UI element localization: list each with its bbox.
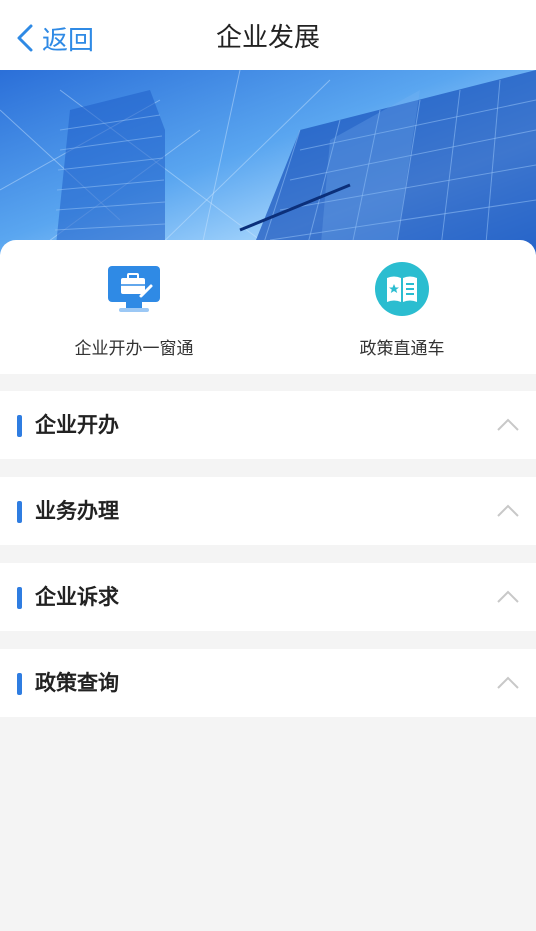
quick-entry-label: 企业开办一窗通 (74, 339, 194, 359)
section-title: 企业诉求 (35, 585, 119, 609)
quick-entry-label: 政策直通车 (359, 339, 445, 359)
page-title: 企业发展 (215, 23, 320, 53)
section-business-setup[interactable]: 企业开办 (0, 391, 536, 459)
section-business-handling[interactable]: 业务办理 (0, 477, 536, 545)
section-accent-bar (17, 415, 22, 437)
chevron-up-icon[interactable] (496, 673, 520, 691)
section-accent-bar (17, 673, 22, 695)
chevron-up-icon[interactable] (496, 587, 520, 605)
section-title: 企业开办 (35, 413, 119, 437)
section-title: 业务办理 (35, 499, 119, 523)
section-accent-bar (17, 501, 22, 523)
open-book-icon (375, 262, 429, 316)
section-title: 政策查询 (35, 671, 119, 695)
quick-entry-policy-express[interactable]: 政策直通车 (302, 260, 502, 360)
navbar: 返回 企业发展 (0, 0, 536, 70)
section-business-appeals[interactable]: 企业诉求 (0, 563, 536, 631)
quick-entry-business-window[interactable]: 企业开办一窗通 (34, 260, 234, 360)
quick-entry-card: 企业开办一窗通 政策直通车 (0, 240, 536, 374)
briefcase-monitor-icon (108, 266, 160, 312)
banner-image (0, 70, 536, 255)
chevron-up-icon[interactable] (496, 415, 520, 433)
section-accent-bar (17, 587, 22, 609)
page: 返回 企业发展 企业开办一窗通 政策直通车 企业开办 业务办理 企业诉求 政策查… (0, 0, 536, 931)
section-policy-inquiry[interactable]: 政策查询 (0, 649, 536, 717)
chevron-up-icon[interactable] (496, 501, 520, 519)
